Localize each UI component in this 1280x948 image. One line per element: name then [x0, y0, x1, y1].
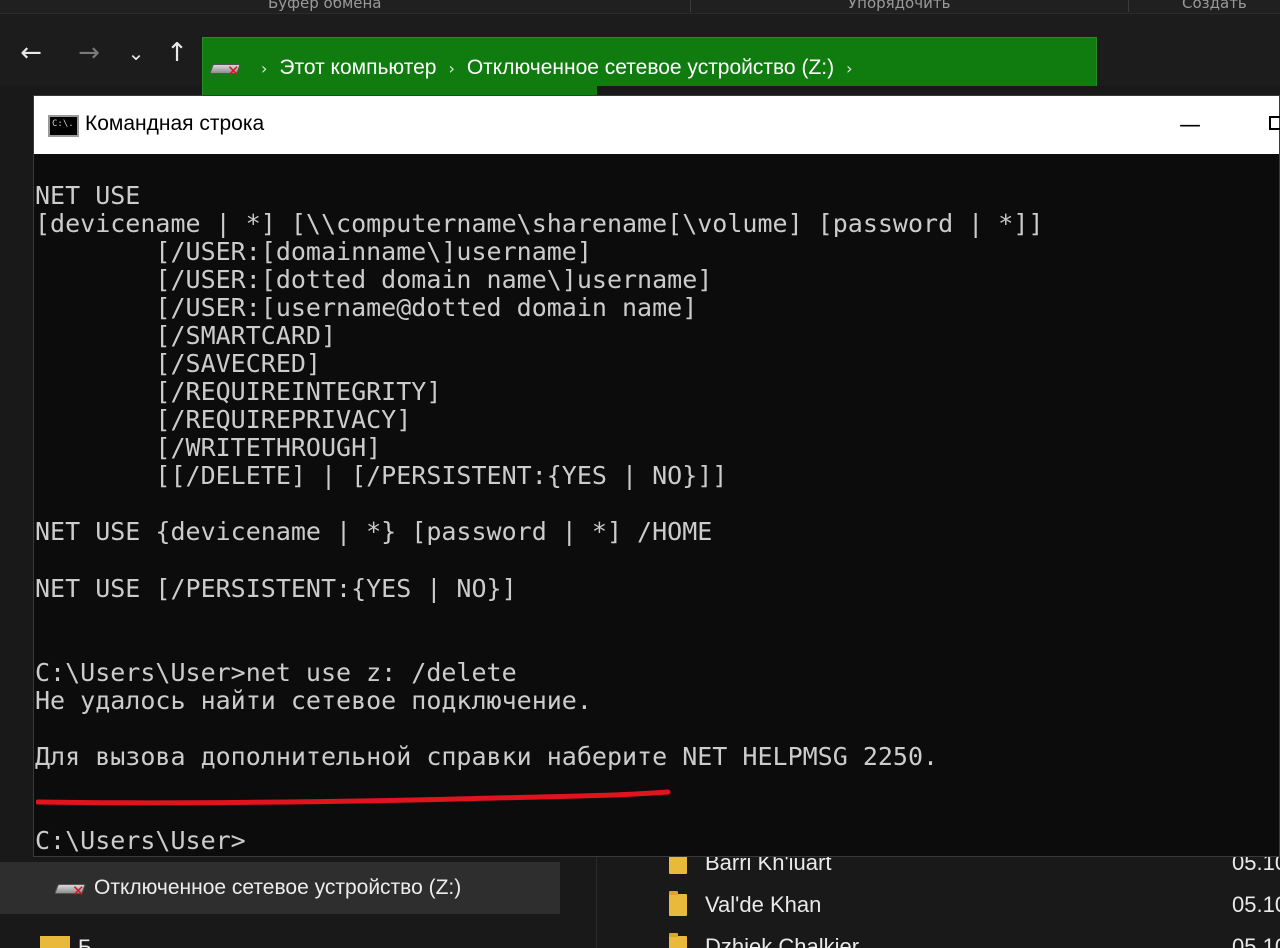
navigation-tree: ✕ Отключенное сетевое устройство (Z:) Б: [0, 856, 597, 948]
console-app-icon: C:\.: [48, 115, 79, 137]
tree-item-network-drive[interactable]: ✕ Отключенное сетевое устройство (Z:): [0, 862, 560, 914]
up-arrow-icon: ↑: [166, 38, 188, 68]
ribbon-group-new: Создать: [1182, 0, 1247, 12]
disconnected-drive-icon: ✕: [205, 48, 249, 88]
file-name: Dzhiek Chalkier: [705, 934, 860, 948]
console-line: [/SMARTCARD]: [35, 321, 337, 350]
ribbon-group-strip: Буфер обмена Упорядочить Создать: [0, 0, 1280, 14]
ribbon-group-clipboard: Буфер обмена: [268, 0, 382, 12]
breadcrumb-separator[interactable]: ›: [448, 59, 454, 78]
breadcrumb-separator[interactable]: ›: [261, 59, 267, 78]
console-line: [/REQUIREPRIVACY]: [35, 405, 412, 434]
console-command-line: C:\Users\User>net use z: /delete: [35, 658, 517, 687]
ribbon-separator: [1128, 0, 1129, 12]
folder-icon: [669, 933, 687, 948]
breadcrumb-separator[interactable]: ›: [846, 59, 852, 78]
folder-icon: [669, 891, 687, 916]
console-line: [/USER:[dotted domain name\]username]: [35, 265, 713, 294]
file-row[interactable]: Val'de Khan 05.10.2020: [669, 886, 1280, 924]
minimize-icon: —: [1179, 113, 1201, 138]
console-line: [devicename | *] [\\computername\sharena…: [35, 209, 1044, 238]
forward-arrow-icon: →: [78, 38, 100, 68]
console-line: [/WRITETHROUGH]: [35, 433, 382, 462]
maximize-button[interactable]: [1269, 116, 1280, 130]
file-name: Val'de Khan: [705, 892, 822, 917]
console-line: [/USER:[username@dotted domain name]: [35, 293, 698, 322]
recent-locations-button[interactable]: ⌄: [119, 36, 153, 70]
disconnected-drive-icon: ✕: [54, 878, 90, 899]
breadcrumb-network-drive[interactable]: Отключенное сетевое устройство (Z:): [467, 56, 834, 80]
console-line: NET USE: [35, 182, 141, 210]
console-line: NET USE {devicename | *} [password | *] …: [35, 517, 713, 546]
file-row[interactable]: Dzhiek Chalkier 05.10.2020: [669, 928, 1280, 948]
folder-icon: [40, 936, 70, 948]
console-line: [/USER:[domainname\]username]: [35, 237, 592, 266]
breadcrumb-this-pc[interactable]: Этот компьютер: [279, 56, 436, 80]
file-date: 05.10.2020: [1232, 892, 1280, 917]
back-arrow-icon: ←: [20, 38, 42, 68]
back-button[interactable]: ←: [14, 36, 48, 70]
ribbon-group-organize: Упорядочить: [848, 0, 951, 12]
title-bar[interactable]: C:\. Командная строка —: [34, 96, 1280, 154]
navigation-bar: ← → ⌄ ↑ ✕ › Этот компьютер › Отключенное…: [0, 14, 1280, 99]
command-prompt-window[interactable]: C:\. Командная строка — NET USE [devicen…: [33, 95, 1280, 857]
tree-item-label[interactable]: Б: [78, 936, 92, 948]
red-underline-annotation: [36, 789, 671, 806]
console-error-line: Не удалось найти сетевое подключение.: [35, 686, 592, 715]
console-line: [/SAVECRED]: [35, 349, 321, 378]
up-button[interactable]: ↑: [160, 36, 194, 70]
console-line: NET USE [/PERSISTENT:{YES | NO}]: [35, 574, 517, 603]
console-output[interactable]: NET USE [devicename | *] [\\computername…: [35, 182, 1275, 856]
file-date: 05.10.2020: [1232, 934, 1280, 948]
window-title: Командная строка: [85, 112, 265, 135]
chevron-down-icon: ⌄: [127, 41, 145, 65]
console-line: [[/DELETE] | [/PERSISTENT:{YES | NO}]]: [35, 461, 728, 490]
console-prompt: C:\Users\User>: [35, 826, 246, 855]
forward-button[interactable]: →: [72, 36, 106, 70]
tree-item-label: Отключенное сетевое устройство (Z:): [94, 876, 462, 899]
minimize-button[interactable]: —: [1175, 112, 1205, 140]
ribbon-separator: [690, 0, 691, 12]
console-line: Для вызова дополнительной справки набери…: [35, 742, 939, 771]
console-line: [/REQUIREINTEGRITY]: [35, 377, 442, 406]
